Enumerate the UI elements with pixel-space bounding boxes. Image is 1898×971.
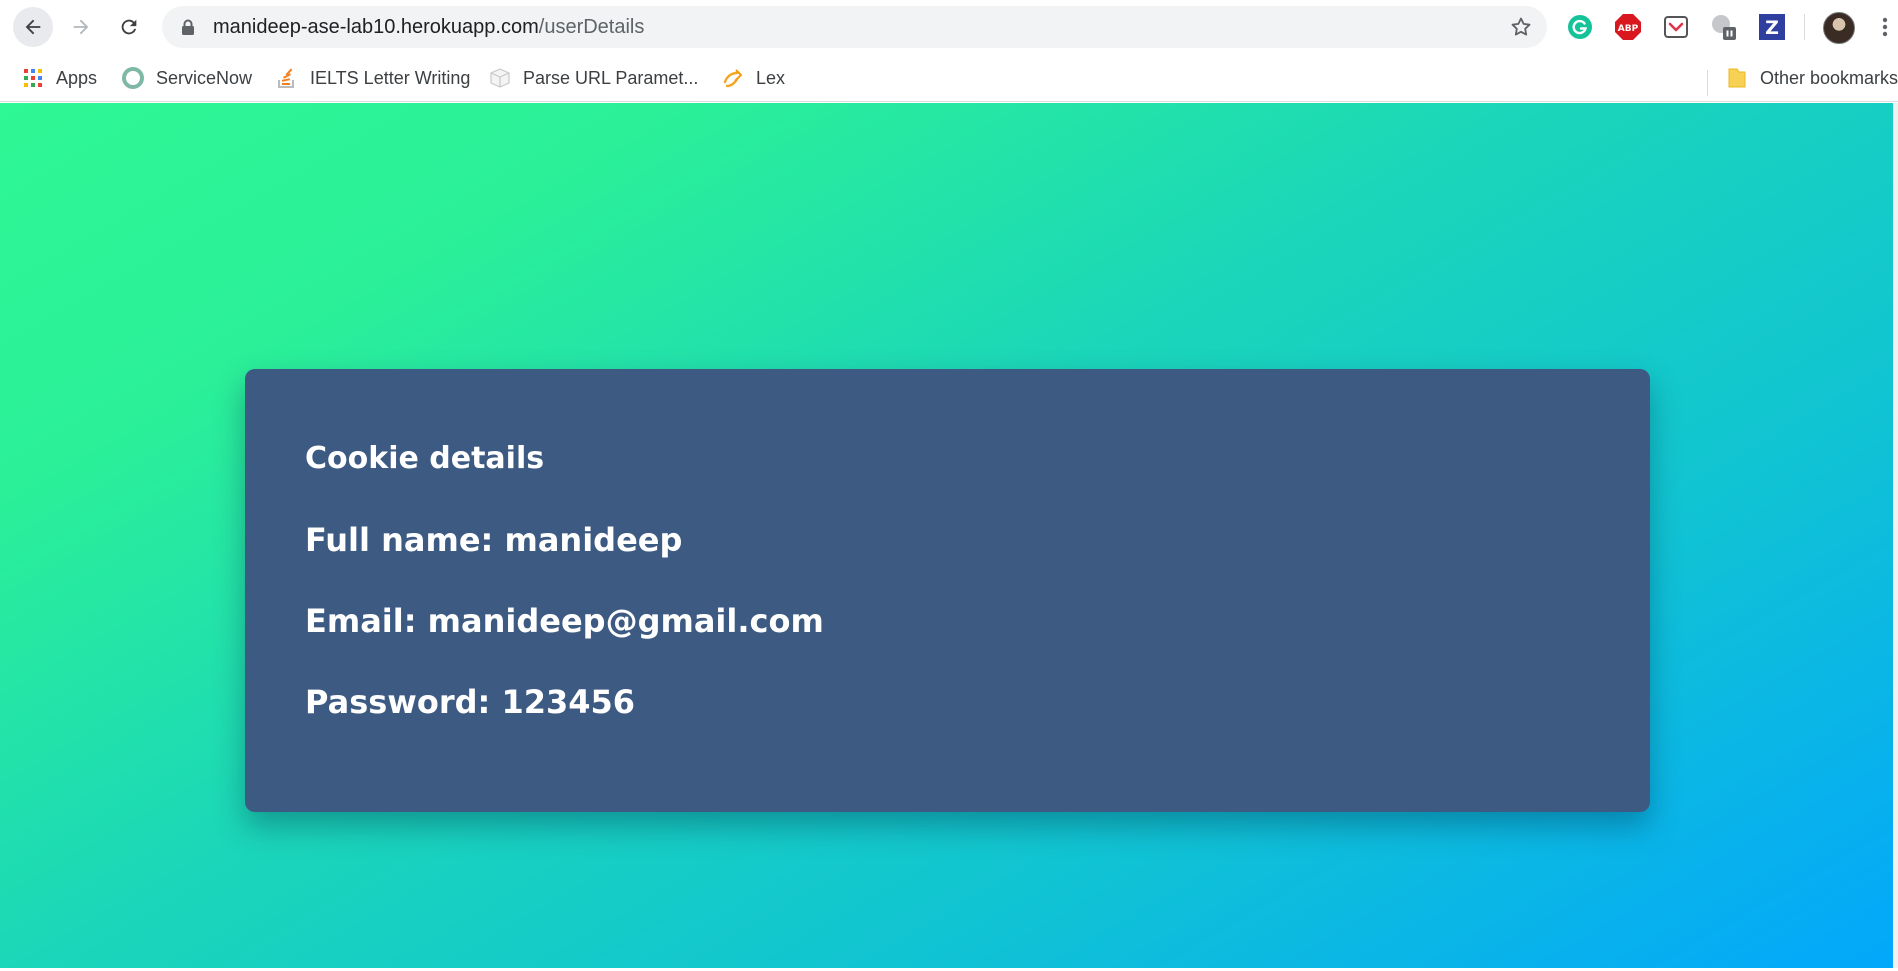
z-extension-icon[interactable]: Z (1758, 13, 1786, 41)
bookmark-parse-url[interactable]: Parse URL Paramet... (489, 63, 698, 93)
servicenow-icon (122, 67, 144, 89)
toolbar-divider (1804, 14, 1805, 40)
pocket-extension-icon[interactable] (1662, 13, 1690, 41)
bookmark-label: Parse URL Paramet... (523, 67, 699, 88)
cookie-details-card: Cookie details Full name: manideep Email… (245, 369, 1650, 812)
forward-button[interactable] (61, 7, 101, 47)
bookmarks-divider (1707, 70, 1708, 96)
bookmark-lex[interactable]: Lex (722, 63, 785, 93)
url-path: /userDetails (538, 16, 645, 38)
password-text: Password: 123456 (305, 683, 636, 721)
browser-toolbar: manideep-ase-lab10.herokuapp.com/userDet… (0, 0, 1898, 54)
page-viewport: Cookie details Full name: manideep Email… (0, 103, 1898, 971)
url-host: manideep-ase-lab10.herokuapp.com (213, 16, 539, 38)
arrow-right-icon (73, 19, 89, 35)
browser-menu-button[interactable] (1875, 13, 1895, 41)
email-text: Email: manideep@gmail.com (305, 602, 824, 640)
arrow-left-icon (25, 19, 41, 35)
bookmark-label: Apps (56, 67, 98, 88)
bookmark-other-bookmarks[interactable]: Other bookmarks (1726, 63, 1898, 93)
cube-icon (489, 67, 511, 89)
star-icon[interactable] (1509, 15, 1533, 44)
lock-icon (181, 19, 195, 41)
back-button[interactable] (13, 7, 53, 47)
url-text[interactable]: manideep-ase-lab10.herokuapp.com/userDet… (213, 16, 644, 38)
bookmark-label: Lex (756, 67, 786, 88)
bookmark-servicenow[interactable]: ServiceNow (122, 63, 252, 93)
z-label: Z (1765, 17, 1779, 39)
full-name-text: Full name: manideep (305, 521, 683, 559)
card-title: Cookie details (305, 441, 545, 476)
reload-button[interactable] (109, 7, 149, 47)
adblock-plus-extension-icon[interactable]: ABP (1614, 13, 1642, 41)
translate-extension-icon[interactable] (1710, 13, 1738, 41)
kebab-menu-icon (1882, 17, 1888, 37)
profile-avatar[interactable] (1823, 12, 1855, 44)
bookmark-apps[interactable]: Apps (22, 63, 97, 93)
folder-icon (1726, 67, 1748, 89)
apps-grid-icon (22, 67, 44, 89)
bookmark-label: Other bookmarks (1760, 67, 1898, 88)
bookmark-ielts-letter-writing[interactable]: IELTS Letter Writing (276, 63, 470, 93)
lex-icon (722, 67, 744, 89)
bookmarks-bar: Apps ServiceNow IELTS Letter Writing Par… (0, 54, 1898, 102)
address-bar[interactable]: manideep-ase-lab10.herokuapp.com/userDet… (162, 6, 1547, 48)
gradient-background: Cookie details Full name: manideep Email… (0, 103, 1893, 968)
scrollbar-track[interactable] (1893, 103, 1898, 968)
stackoverflow-icon (276, 67, 298, 89)
bookmark-label: IELTS Letter Writing (310, 67, 471, 88)
reload-icon (121, 19, 137, 35)
abp-label: ABP (1618, 24, 1639, 34)
grammarly-extension-icon[interactable] (1566, 13, 1594, 41)
bookmark-label: ServiceNow (156, 67, 253, 88)
